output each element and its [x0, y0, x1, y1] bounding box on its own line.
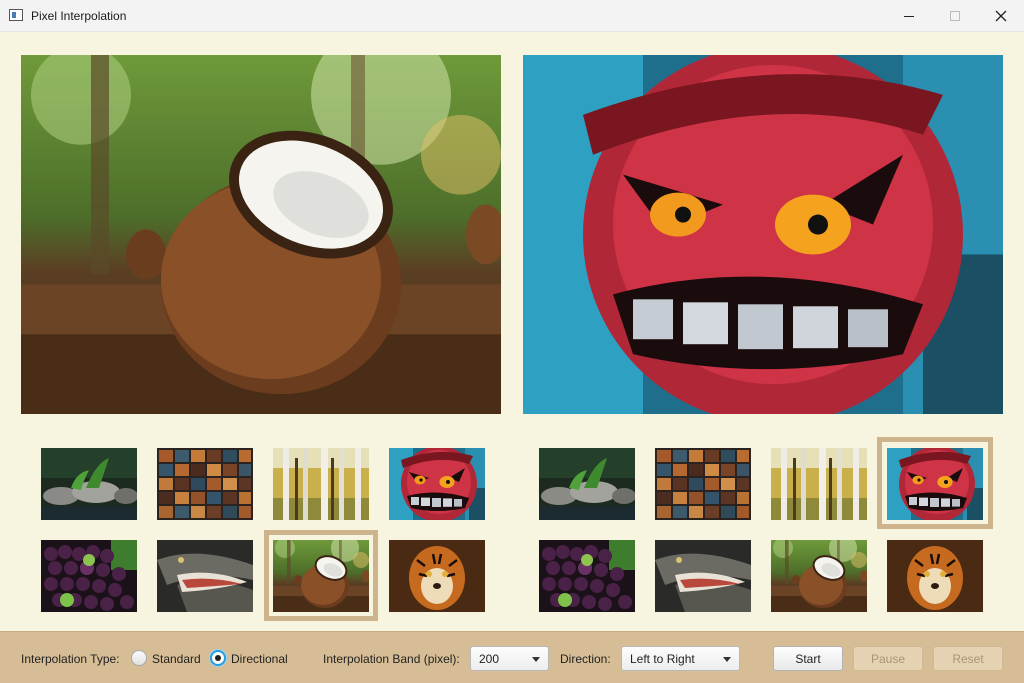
close-button[interactable] — [978, 0, 1024, 32]
left-preview-image — [21, 55, 501, 414]
right-thumb-graffiti-monster[interactable] — [887, 448, 983, 520]
window-title: Pixel Interpolation — [31, 9, 127, 23]
right-preview-image — [523, 55, 1003, 414]
left-thumb-garden-stones[interactable] — [41, 448, 137, 520]
right-thumb-garden-stones[interactable] — [539, 448, 635, 520]
app-icon — [9, 9, 23, 21]
title-bar: Pixel Interpolation — [0, 0, 1024, 32]
left-thumb-graffiti-monster[interactable] — [389, 448, 485, 520]
interpolation-band-label: Interpolation Band (pixel): — [323, 652, 460, 666]
close-icon — [995, 10, 1007, 22]
control-toolbar: Interpolation Type: Standard Directional… — [0, 631, 1024, 683]
right-thumb-crocodile[interactable] — [655, 540, 751, 612]
left-thumb-crocodile[interactable] — [157, 540, 253, 612]
right-thumb-wooden-blocks[interactable] — [655, 448, 751, 520]
interpolation-type-label: Interpolation Type: — [21, 652, 120, 666]
right-thumb-tiger[interactable] — [887, 540, 983, 612]
main-content — [0, 33, 1024, 631]
right-thumb-grapes[interactable] — [539, 540, 635, 612]
minimize-button[interactable] — [886, 0, 932, 32]
left-thumb-grapes[interactable] — [41, 540, 137, 612]
direction-select[interactable]: Left to Right — [621, 646, 740, 671]
left-thumb-tiger[interactable] — [389, 540, 485, 612]
chevron-down-icon — [532, 657, 540, 662]
right-thumb-coconut[interactable] — [771, 540, 867, 612]
start-button[interactable]: Start — [773, 646, 843, 671]
left-thumb-birch-forest[interactable] — [273, 448, 369, 520]
direction-label: Direction: — [560, 652, 611, 666]
minimize-icon — [904, 15, 914, 17]
radio-standard[interactable] — [131, 650, 147, 666]
band-select[interactable]: 200 — [470, 646, 549, 671]
maximize-button[interactable] — [932, 0, 978, 32]
reset-button[interactable]: Reset — [933, 646, 1003, 671]
chevron-down-icon — [723, 657, 731, 662]
right-thumb-birch-forest[interactable] — [771, 448, 867, 520]
direction-select-value: Left to Right — [630, 652, 695, 666]
pause-button[interactable]: Pause — [853, 646, 923, 671]
left-thumb-wooden-blocks[interactable] — [157, 448, 253, 520]
maximize-icon — [950, 11, 960, 21]
radio-standard-label[interactable]: Standard — [152, 652, 201, 666]
radio-directional[interactable] — [210, 650, 226, 666]
left-thumb-coconut[interactable] — [273, 540, 369, 612]
band-select-value: 200 — [479, 652, 500, 666]
radio-directional-label[interactable]: Directional — [231, 652, 288, 666]
